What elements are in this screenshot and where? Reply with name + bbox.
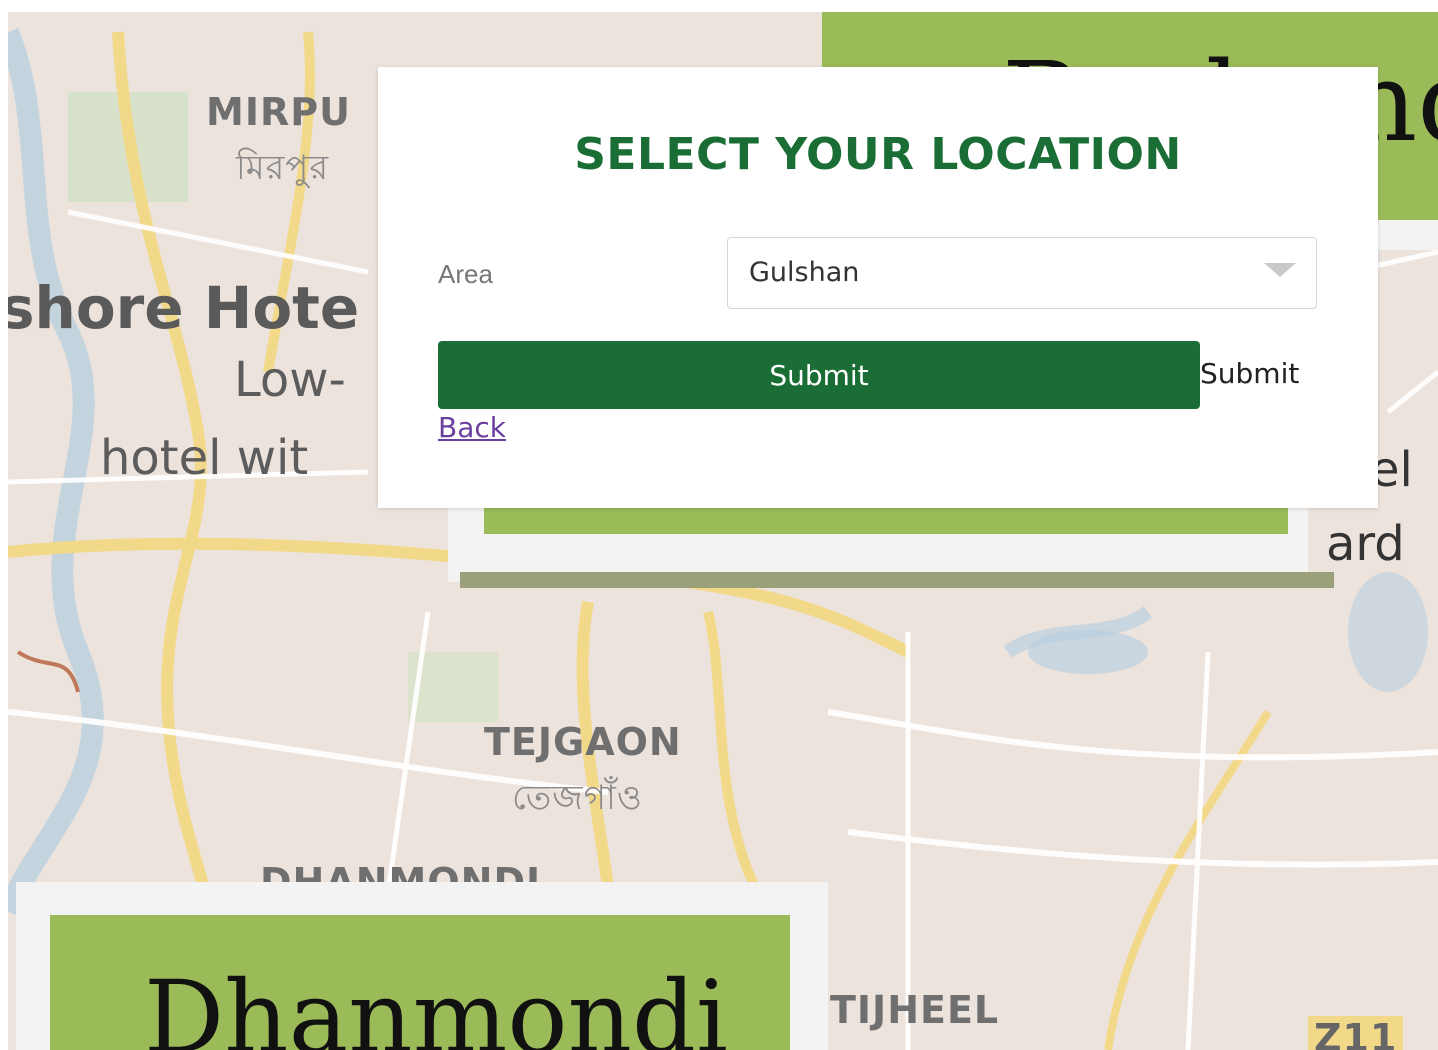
area-tile-bottom-left: Dhanmondi [50,915,790,1050]
chevron-down-icon [1264,263,1296,277]
submit-text[interactable]: Submit [1200,357,1299,390]
area-label: Area [438,259,493,289]
area-select-value: Gulshan [749,257,860,288]
map-label-fragment: ard [1326,516,1405,572]
page: MIRPU মিরপুর shore Hote Low- hotel wit T… [0,0,1438,1050]
back-link[interactable]: Back [438,411,506,444]
modal-title: SELECT YOUR LOCATION [574,129,1182,180]
tile-shadow [460,572,1334,588]
map-label-motijheel: TIJHEEL [830,988,1000,1032]
map-label-fragment: Z11 [1308,1016,1404,1050]
map-label-hotel-with: hotel wit [100,430,309,486]
area-tile-bottom-left-text: Dhanmondi [144,959,729,1050]
map-label-mirpur: MIRPU [206,90,351,134]
location-modal: SELECT YOUR LOCATION Area Gulshan Submit… [378,67,1378,508]
map-label-tejgaon: TEJGAON [484,720,682,764]
map-label-hotel: shore Hote [8,274,360,342]
submit-button[interactable]: Submit [438,341,1200,409]
tile-frame [1378,220,1438,250]
map-label-mirpur-bn: মিরপুর [236,148,330,188]
area-select[interactable]: Gulshan [727,237,1317,309]
map-label-tejgaon-bn: তেজগাঁও [512,778,643,818]
map-label-hotel-low: Low- [234,352,346,408]
